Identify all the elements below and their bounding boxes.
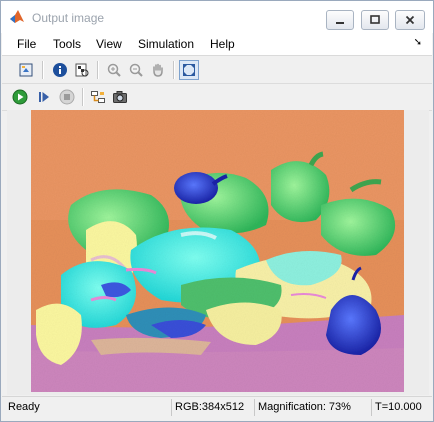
zoom-in-button[interactable] bbox=[104, 60, 124, 80]
pan-button[interactable] bbox=[148, 60, 168, 80]
zoom-out-icon bbox=[129, 63, 143, 77]
step-forward-button[interactable] bbox=[34, 87, 54, 107]
window-title: Output image bbox=[32, 11, 105, 25]
pixel-region-button[interactable] bbox=[72, 60, 92, 80]
stop-button[interactable] bbox=[57, 87, 77, 107]
stop-icon bbox=[59, 89, 75, 105]
output-image-window: Output image File Tools View Simulation … bbox=[0, 0, 434, 422]
status-magnification: Magnification: 73% bbox=[254, 399, 366, 416]
maximize-icon bbox=[370, 15, 380, 24]
run-icon bbox=[12, 89, 28, 105]
maximize-button[interactable] bbox=[361, 10, 389, 30]
fit-to-window-icon bbox=[183, 64, 195, 76]
status-ready: Ready bbox=[8, 401, 40, 413]
snapshot-icon bbox=[113, 91, 127, 103]
toolbar-main bbox=[2, 57, 432, 84]
snapshot-button[interactable] bbox=[110, 87, 130, 107]
status-bar: Ready RGB:384x512 Magnification: 73% T=1… bbox=[2, 396, 432, 419]
menu-help[interactable]: Help bbox=[210, 37, 235, 51]
menu-bar: File Tools View Simulation Help ➘ bbox=[2, 33, 432, 56]
run-button[interactable] bbox=[10, 87, 30, 107]
toolbar-simulation bbox=[2, 84, 432, 111]
matlab-logo-icon bbox=[10, 10, 24, 23]
menu-file[interactable]: File bbox=[17, 37, 36, 51]
pixel-region-icon bbox=[75, 63, 89, 77]
info-button[interactable] bbox=[50, 60, 70, 80]
highlight-model-icon bbox=[91, 91, 105, 103]
highlight-model-button[interactable] bbox=[88, 87, 108, 107]
close-icon bbox=[405, 15, 415, 25]
menu-view[interactable]: View bbox=[96, 37, 122, 51]
status-rgb: RGB:384x512 bbox=[171, 399, 253, 416]
minimize-button[interactable] bbox=[326, 10, 354, 30]
image-viewport[interactable] bbox=[7, 110, 429, 395]
print-to-figure-button[interactable] bbox=[16, 60, 36, 80]
output-image[interactable] bbox=[31, 110, 404, 392]
pan-hand-icon bbox=[153, 63, 163, 77]
peppers-image bbox=[31, 110, 404, 392]
zoom-in-icon bbox=[107, 63, 121, 77]
print-to-figure-icon bbox=[19, 63, 33, 77]
zoom-out-button[interactable] bbox=[126, 60, 146, 80]
menu-simulation[interactable]: Simulation bbox=[138, 37, 194, 51]
step-forward-icon bbox=[39, 92, 49, 102]
fit-to-window-button[interactable] bbox=[179, 60, 199, 80]
status-time: T=10.000 bbox=[371, 399, 429, 416]
info-icon bbox=[53, 63, 67, 77]
close-button[interactable] bbox=[395, 10, 425, 30]
minimize-icon bbox=[336, 22, 344, 24]
menu-dock-arrow-icon[interactable]: ➘ bbox=[414, 37, 422, 48]
title-bar[interactable]: Output image bbox=[1, 1, 433, 33]
menu-tools[interactable]: Tools bbox=[53, 37, 81, 51]
